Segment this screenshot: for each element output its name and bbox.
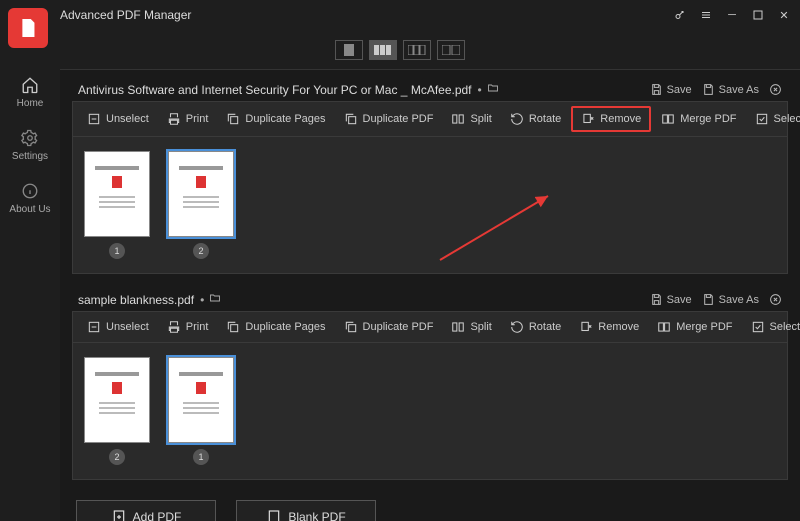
page-number-badge: 1 xyxy=(193,449,209,465)
page-thumb[interactable]: 2 xyxy=(83,357,151,465)
close-button[interactable]: ✕ xyxy=(776,7,792,23)
unselect-button[interactable]: Unselect xyxy=(79,108,157,130)
page-number-badge: 2 xyxy=(109,449,125,465)
sidebar-item-about[interactable]: About Us xyxy=(9,182,50,215)
merge-pdf-button[interactable]: Merge PDF xyxy=(649,316,740,338)
duplicate-pages-button[interactable]: Duplicate Pages xyxy=(218,316,333,338)
page-number-badge: 2 xyxy=(193,243,209,259)
remove-button[interactable]: Remove xyxy=(571,106,651,132)
page-number-badge: 1 xyxy=(109,243,125,259)
sidebar-item-label: Settings xyxy=(12,151,48,162)
view-grid-medium[interactable] xyxy=(403,40,431,60)
page-thumb[interactable]: 1 xyxy=(83,151,151,259)
footer-buttons: Add PDF Blank PDF xyxy=(72,494,788,521)
key-icon[interactable] xyxy=(672,7,688,23)
split-button[interactable]: Split xyxy=(443,108,499,130)
save-as-button[interactable]: Save As xyxy=(702,293,759,306)
document-title: sample blankness.pdf xyxy=(78,293,194,307)
modified-indicator: • xyxy=(478,83,482,97)
maximize-button[interactable] xyxy=(750,7,766,23)
document-toolbar: Unselect Print Duplicate Pages Duplicate… xyxy=(72,101,788,137)
sidebar-item-settings[interactable]: Settings xyxy=(12,129,48,162)
print-button[interactable]: Print xyxy=(159,108,217,130)
app-title: Advanced PDF Manager xyxy=(60,8,191,22)
page-thumbnails: 2 1 xyxy=(72,343,788,480)
duplicate-pages-button[interactable]: Duplicate Pages xyxy=(218,108,333,130)
folder-icon[interactable] xyxy=(208,292,222,307)
page-thumb[interactable]: 1 xyxy=(167,357,235,465)
document-panel: Antivirus Software and Internet Security… xyxy=(72,78,788,274)
view-mode-strip xyxy=(0,30,800,70)
document-toolbar: Unselect Print Duplicate Pages Duplicate… xyxy=(72,311,788,343)
page-preview xyxy=(168,357,234,443)
document-header: sample blankness.pdf • Save Save As xyxy=(72,288,788,311)
titlebar: Advanced PDF Manager ─ ✕ xyxy=(0,0,800,30)
sidebar-item-label: Home xyxy=(17,98,44,109)
document-header: Antivirus Software and Internet Security… xyxy=(72,78,788,101)
unselect-button[interactable]: Unselect xyxy=(79,316,157,338)
save-button[interactable]: Save xyxy=(650,293,692,306)
save-as-button[interactable]: Save As xyxy=(702,83,759,96)
app-logo xyxy=(8,8,48,48)
document-title: Antivirus Software and Internet Security… xyxy=(78,83,472,97)
close-document-button[interactable] xyxy=(769,293,782,306)
add-pdf-button[interactable]: Add PDF xyxy=(76,500,216,521)
page-thumbnails: 1 2 xyxy=(72,137,788,274)
select-all-button[interactable]: Select All xyxy=(743,316,800,338)
duplicate-pdf-button[interactable]: Duplicate PDF xyxy=(336,316,442,338)
page-preview xyxy=(84,357,150,443)
view-grid-small[interactable] xyxy=(369,40,397,60)
close-document-button[interactable] xyxy=(769,83,782,96)
select-all-button[interactable]: Select All xyxy=(747,108,800,130)
menu-icon[interactable] xyxy=(698,7,714,23)
view-single[interactable] xyxy=(335,40,363,60)
remove-button[interactable]: Remove xyxy=(571,316,647,338)
main-area: Antivirus Software and Internet Security… xyxy=(60,70,800,521)
page-thumb[interactable]: 2 xyxy=(167,151,235,259)
split-button[interactable]: Split xyxy=(443,316,499,338)
blank-pdf-button[interactable]: Blank PDF xyxy=(236,500,376,521)
merge-pdf-button[interactable]: Merge PDF xyxy=(653,108,744,130)
rotate-button[interactable]: Rotate xyxy=(502,108,569,130)
minimize-button[interactable]: ─ xyxy=(724,7,740,23)
page-preview xyxy=(84,151,150,237)
save-button[interactable]: Save xyxy=(650,83,692,96)
rotate-button[interactable]: Rotate xyxy=(502,316,569,338)
view-grid-large[interactable] xyxy=(437,40,465,60)
sidebar-item-label: About Us xyxy=(9,204,50,215)
sidebar-item-home[interactable]: Home xyxy=(17,76,44,109)
document-panel: sample blankness.pdf • Save Save As Unse… xyxy=(72,288,788,480)
sidebar: Home Settings About Us xyxy=(0,56,60,521)
page-preview xyxy=(168,151,234,237)
folder-icon[interactable] xyxy=(486,82,500,97)
duplicate-pdf-button[interactable]: Duplicate PDF xyxy=(336,108,442,130)
modified-indicator: • xyxy=(200,293,204,307)
print-button[interactable]: Print xyxy=(159,316,217,338)
